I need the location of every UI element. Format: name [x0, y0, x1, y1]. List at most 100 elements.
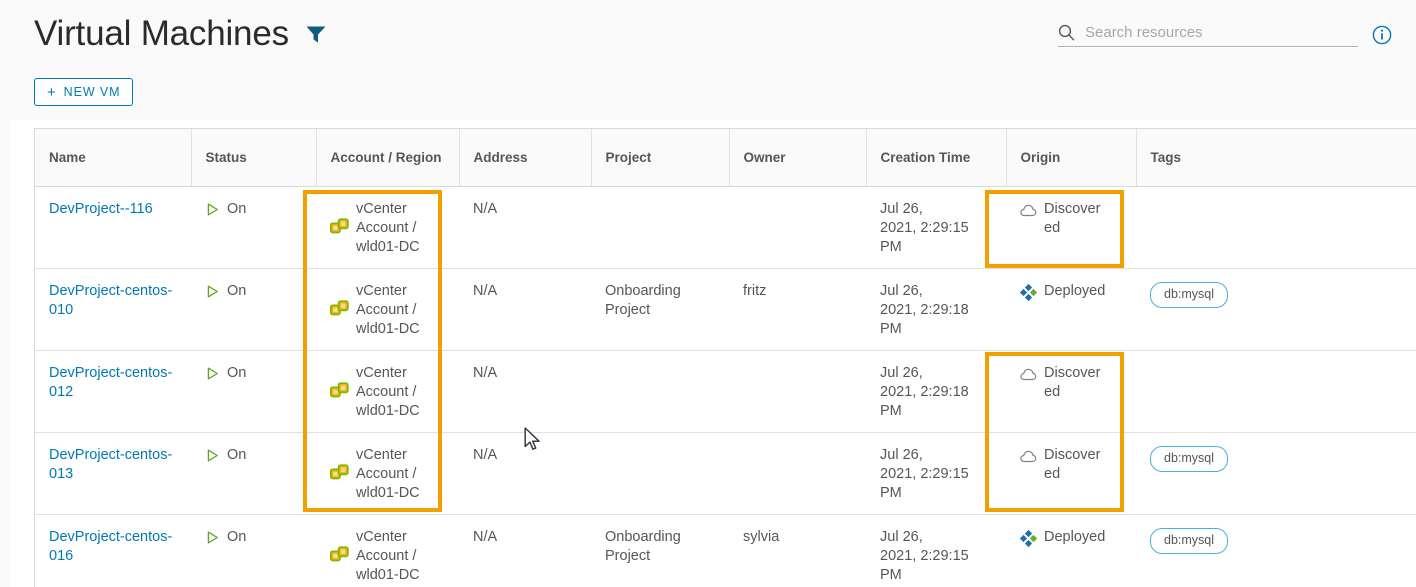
- deployed-diamonds-icon: [1019, 283, 1038, 301]
- cell-creation-time: Jul 26, 2021, 2:29:15 PM: [866, 186, 1006, 269]
- search-box[interactable]: [1058, 24, 1358, 47]
- status-label: On: [227, 364, 247, 381]
- play-triangle-icon: [205, 284, 220, 299]
- cell-name[interactable]: DevProject--116: [35, 186, 191, 269]
- tag-pill[interactable]: db:mysql: [1150, 281, 1229, 308]
- vcenter-account-icon: [329, 463, 349, 483]
- cell-owner: [729, 350, 866, 433]
- vm-name-link[interactable]: DevProject--116: [49, 201, 153, 217]
- new-vm-label: NEW VM: [63, 85, 121, 99]
- status-label: On: [227, 528, 247, 545]
- cell-name[interactable]: DevProject-centos-012: [35, 350, 191, 433]
- cell-tags: db:mysql: [1136, 268, 1416, 351]
- cell-tags: [1136, 350, 1416, 433]
- cell-status: On: [191, 350, 316, 433]
- account-region-label: vCenter Account / wld01-DC: [356, 282, 420, 337]
- column-header-tags[interactable]: Tags: [1136, 129, 1416, 187]
- deployed-diamonds-icon: [1019, 529, 1038, 547]
- cloud-icon: [1020, 202, 1037, 219]
- cloud-icon: [1020, 448, 1037, 465]
- info-circle-icon[interactable]: [1372, 25, 1392, 45]
- table-row[interactable]: DevProject-centos-010 On vCenter Account /…: [35, 268, 1416, 351]
- table-body: DevProject--116 On vCenter Account / wld01…: [35, 186, 1416, 587]
- cell-name[interactable]: DevProject-centos-013: [35, 432, 191, 515]
- column-header-account-region-label: Account / Region: [330, 149, 442, 165]
- cell-owner: fritz: [729, 268, 866, 351]
- play-triangle-icon: [205, 202, 220, 217]
- cell-creation-time: Jul 26, 2021, 2:29:18 PM: [866, 268, 1006, 351]
- cell-address: N/A: [459, 514, 591, 587]
- cell-address: N/A: [459, 268, 591, 351]
- vm-name-link[interactable]: DevProject-centos-010: [49, 283, 172, 318]
- origin-label: Discovered: [1044, 364, 1101, 400]
- table-row[interactable]: DevProject--116 On vCenter Account / wld01…: [35, 186, 1416, 269]
- cell-origin: Discovered: [1006, 186, 1136, 269]
- page-header: Virtual Machines + NEW VM: [10, 0, 1416, 120]
- column-header-status[interactable]: Status: [191, 129, 317, 187]
- cell-creation-time: Jul 26, 2021, 2:29:15 PM: [866, 514, 1006, 587]
- vcenter-account-icon: [329, 299, 349, 319]
- cell-origin: Deployed: [1006, 268, 1136, 351]
- content-area: Virtual Machines + NEW VM Search resourc…: [10, 0, 1416, 587]
- account-region-label: vCenter Account / wld01-DC: [356, 528, 420, 583]
- cell-account-region: vCenter Account / wld01-DC: [316, 432, 459, 515]
- cell-account-region: vCenter Account / wld01-DC: [316, 186, 459, 269]
- filter-funnel-icon[interactable]: [305, 24, 327, 44]
- play-triangle-icon: [205, 366, 220, 381]
- cloud-icon: [1020, 366, 1037, 383]
- origin-label: Discovered: [1044, 200, 1101, 236]
- search-input[interactable]: [1085, 24, 1358, 41]
- column-header-name[interactable]: Name: [35, 129, 192, 187]
- cell-project: [591, 350, 729, 433]
- column-header-project[interactable]: Project: [591, 129, 730, 187]
- vm-name-link[interactable]: DevProject-centos-013: [49, 447, 172, 482]
- play-triangle-icon: [205, 530, 220, 545]
- cell-account-region: vCenter Account / wld01-DC: [316, 268, 459, 351]
- tag-pill[interactable]: db:mysql: [1150, 527, 1229, 554]
- column-header-creation-time[interactable]: Creation Time: [866, 129, 1007, 187]
- table-row[interactable]: DevProject-centos-013 On vCenter Account /…: [35, 432, 1416, 515]
- column-header-account-region[interactable]: Account / Region: [316, 129, 460, 187]
- cell-name[interactable]: DevProject-centos-010: [35, 268, 191, 351]
- status-label: On: [227, 200, 247, 217]
- plus-icon: +: [47, 83, 57, 101]
- cell-creation-time: Jul 26, 2021, 2:29:15 PM: [866, 432, 1006, 515]
- column-header-owner[interactable]: Owner: [729, 129, 867, 187]
- cell-tags: db:mysql: [1136, 514, 1416, 587]
- cell-status: On: [191, 186, 316, 269]
- play-triangle-icon: [205, 448, 220, 463]
- status-label: On: [227, 282, 247, 299]
- cell-account-region: vCenter Account / wld01-DC: [316, 350, 459, 433]
- column-header-origin[interactable]: Origin: [1006, 129, 1137, 187]
- virtual-machines-table: Name Status Account / Region Address Pro…: [35, 129, 1416, 587]
- origin-label: Discovered: [1044, 446, 1101, 482]
- table-row[interactable]: DevProject-centos-016 On vCenter Account /…: [35, 514, 1416, 587]
- vm-name-link[interactable]: DevProject-centos-016: [49, 529, 172, 564]
- origin-label: Deployed: [1044, 528, 1106, 545]
- new-vm-button[interactable]: + NEW VM: [34, 78, 134, 106]
- cell-creation-time: Jul 26, 2021, 2:29:18 PM: [866, 350, 1006, 433]
- vcenter-account-icon: [329, 545, 349, 565]
- cell-origin: Deployed: [1006, 514, 1136, 587]
- search-area: [1058, 24, 1392, 47]
- origin-label: Deployed: [1044, 282, 1106, 299]
- table-row[interactable]: DevProject-centos-012 On vCenter Account /…: [35, 350, 1416, 433]
- cell-status: On: [191, 514, 316, 587]
- account-region-label: vCenter Account / wld01-DC: [356, 364, 420, 419]
- cell-status: On: [191, 432, 316, 515]
- cell-name[interactable]: DevProject-centos-016: [35, 514, 191, 587]
- cell-origin: Discovered: [1006, 350, 1136, 433]
- cell-project: Onboarding Project: [591, 514, 729, 587]
- cell-owner: sylvia: [729, 514, 866, 587]
- tag-pill[interactable]: db:mysql: [1150, 445, 1229, 472]
- search-icon: [1058, 24, 1075, 41]
- cell-project: Onboarding Project: [591, 268, 729, 351]
- account-region-label: vCenter Account / wld01-DC: [356, 200, 420, 255]
- status-label: On: [227, 446, 247, 463]
- cell-address: N/A: [459, 186, 591, 269]
- cell-project: [591, 432, 729, 515]
- column-header-address[interactable]: Address: [459, 129, 592, 187]
- cell-origin: Discovered: [1006, 432, 1136, 515]
- vm-name-link[interactable]: DevProject-centos-012: [49, 365, 172, 400]
- page-root: Virtual Machines + NEW VM Search resourc…: [0, 0, 1416, 587]
